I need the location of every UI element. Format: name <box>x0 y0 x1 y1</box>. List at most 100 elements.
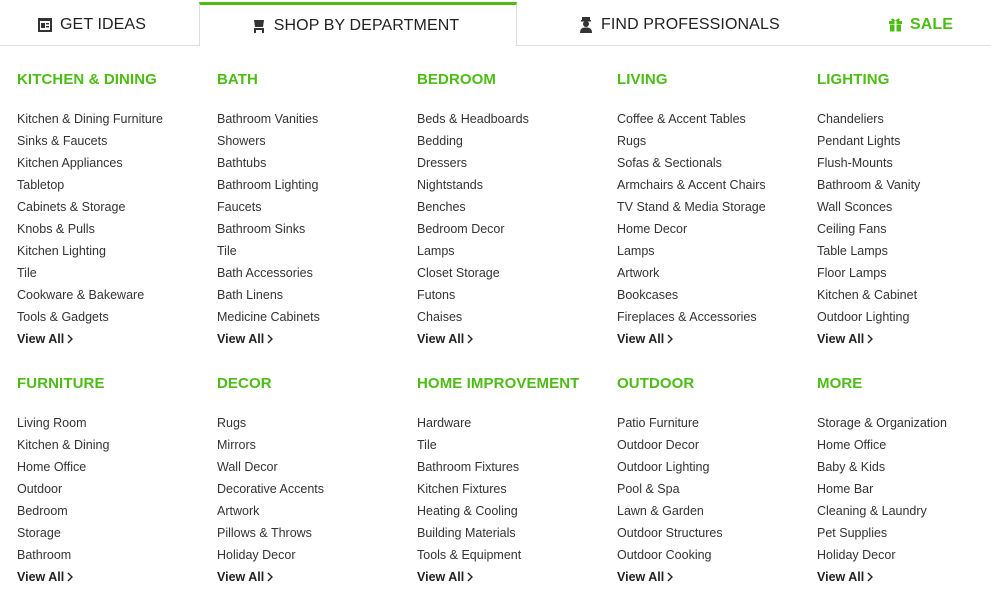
department-link[interactable]: Bath Linens <box>217 284 320 306</box>
department-link[interactable]: Wall Sconces <box>817 196 920 218</box>
tab-sale[interactable]: SALE <box>888 3 953 46</box>
department-link[interactable]: Hardware <box>417 412 521 434</box>
department-link[interactable]: Artwork <box>217 500 324 522</box>
department-link[interactable]: Kitchen Fixtures <box>417 478 521 500</box>
department-link[interactable]: Tools & Gadgets <box>17 306 163 328</box>
department-link[interactable]: Cookware & Bakeware <box>17 284 163 306</box>
department-link[interactable]: Sinks & Faucets <box>17 130 163 152</box>
department-link[interactable]: Baby & Kids <box>817 456 947 478</box>
department-link[interactable]: Bathroom & Vanity <box>817 174 920 196</box>
department-link[interactable]: Kitchen & Dining <box>17 434 109 456</box>
department-title[interactable]: DECOR <box>217 375 272 392</box>
tab-get-ideas[interactable]: GET IDEAS <box>37 3 146 46</box>
department-link[interactable]: Outdoor Cooking <box>617 544 723 566</box>
view-all-link[interactable]: View All <box>17 328 74 350</box>
department-link[interactable]: Dressers <box>417 152 529 174</box>
department-link[interactable]: Outdoor Lighting <box>817 306 920 328</box>
department-link[interactable]: Bathroom Fixtures <box>417 456 521 478</box>
department-link[interactable]: Holiday Decor <box>817 544 947 566</box>
department-link[interactable]: Coffee & Accent Tables <box>617 108 766 130</box>
department-link[interactable]: Tile <box>217 240 320 262</box>
department-link[interactable]: Pool & Spa <box>617 478 723 500</box>
department-link[interactable]: Bedroom Decor <box>417 218 529 240</box>
department-title[interactable]: BATH <box>217 71 258 88</box>
department-link[interactable]: Wall Decor <box>217 456 324 478</box>
department-link[interactable]: Flush-Mounts <box>817 152 920 174</box>
department-title[interactable]: KITCHEN & DINING <box>17 71 157 88</box>
department-title[interactable]: BEDROOM <box>417 71 496 88</box>
department-link[interactable]: Lawn & Garden <box>617 500 723 522</box>
department-link[interactable]: Home Decor <box>617 218 766 240</box>
department-link[interactable]: Storage & Organization <box>817 412 947 434</box>
department-link[interactable]: Living Room <box>17 412 109 434</box>
department-link[interactable]: Cleaning & Laundry <box>817 500 947 522</box>
department-link[interactable]: Floor Lamps <box>817 262 920 284</box>
department-link[interactable]: Rugs <box>217 412 324 434</box>
department-title[interactable]: LIGHTING <box>817 71 889 88</box>
department-link[interactable]: Rugs <box>617 130 766 152</box>
department-link[interactable]: Showers <box>217 130 320 152</box>
department-link[interactable]: Fireplaces & Accessories <box>617 306 766 328</box>
department-link[interactable]: Medicine Cabinets <box>217 306 320 328</box>
department-link[interactable]: Beds & Headboards <box>417 108 529 130</box>
department-title[interactable]: OUTDOOR <box>617 375 694 392</box>
department-link[interactable]: Outdoor Decor <box>617 434 723 456</box>
department-link[interactable]: Futons <box>417 284 529 306</box>
department-link[interactable]: Ceiling Fans <box>817 218 920 240</box>
view-all-link[interactable]: View All <box>817 566 874 588</box>
department-link[interactable]: Lamps <box>617 240 766 262</box>
department-title[interactable]: HOME IMPROVEMENT <box>417 375 579 392</box>
view-all-link[interactable]: View All <box>617 328 674 350</box>
department-link[interactable]: Kitchen & Cabinet <box>817 284 920 306</box>
department-link[interactable]: Outdoor Structures <box>617 522 723 544</box>
department-title[interactable]: MORE <box>817 375 862 392</box>
tab-find-professionals[interactable]: FIND PROFESSIONALS <box>578 3 780 46</box>
view-all-link[interactable]: View All <box>217 328 274 350</box>
department-link[interactable]: Tile <box>417 434 521 456</box>
department-link[interactable]: Bath Accessories <box>217 262 320 284</box>
department-link[interactable]: Home Office <box>17 456 109 478</box>
department-link[interactable]: Faucets <box>217 196 320 218</box>
department-link[interactable]: Tabletop <box>17 174 163 196</box>
department-link[interactable]: Bathtubs <box>217 152 320 174</box>
department-link[interactable]: Bathroom Vanities <box>217 108 320 130</box>
department-link[interactable]: Bedding <box>417 130 529 152</box>
department-link[interactable]: Home Office <box>817 434 947 456</box>
department-title[interactable]: LIVING <box>617 71 668 88</box>
department-link[interactable]: Tile <box>17 262 163 284</box>
department-link[interactable]: Bathroom Lighting <box>217 174 320 196</box>
department-link[interactable]: Outdoor <box>17 478 109 500</box>
department-link[interactable]: Tools & Equipment <box>417 544 521 566</box>
department-link[interactable]: Benches <box>417 196 529 218</box>
department-link[interactable]: Artwork <box>617 262 766 284</box>
department-link[interactable]: Mirrors <box>217 434 324 456</box>
department-link[interactable]: Outdoor Lighting <box>617 456 723 478</box>
department-link[interactable]: Holiday Decor <box>217 544 324 566</box>
department-link[interactable]: Kitchen Appliances <box>17 152 163 174</box>
department-link[interactable]: Patio Furniture <box>617 412 723 434</box>
department-link[interactable]: Chaises <box>417 306 529 328</box>
view-all-link[interactable]: View All <box>817 328 874 350</box>
department-link[interactable]: TV Stand & Media Storage <box>617 196 766 218</box>
department-link[interactable]: Bathroom Sinks <box>217 218 320 240</box>
view-all-link[interactable]: View All <box>417 328 474 350</box>
department-link[interactable]: Nightstands <box>417 174 529 196</box>
department-link[interactable]: Knobs & Pulls <box>17 218 163 240</box>
department-link[interactable]: Chandeliers <box>817 108 920 130</box>
department-link[interactable]: Storage <box>17 522 109 544</box>
department-link[interactable]: Decorative Accents <box>217 478 324 500</box>
department-link[interactable]: Bathroom <box>17 544 109 566</box>
department-link[interactable]: Cabinets & Storage <box>17 196 163 218</box>
department-link[interactable]: Bookcases <box>617 284 766 306</box>
department-link[interactable]: Closet Storage <box>417 262 529 284</box>
department-link[interactable]: Heating & Cooling <box>417 500 521 522</box>
department-link[interactable]: Armchairs & Accent Chairs <box>617 174 766 196</box>
department-link[interactable]: Table Lamps <box>817 240 920 262</box>
department-link[interactable]: Lamps <box>417 240 529 262</box>
view-all-link[interactable]: View All <box>17 566 74 588</box>
department-link[interactable]: Bedroom <box>17 500 109 522</box>
department-link[interactable]: Sofas & Sectionals <box>617 152 766 174</box>
view-all-link[interactable]: View All <box>617 566 674 588</box>
department-link[interactable]: Pendant Lights <box>817 130 920 152</box>
department-link[interactable]: Kitchen & Dining Furniture <box>17 108 163 130</box>
